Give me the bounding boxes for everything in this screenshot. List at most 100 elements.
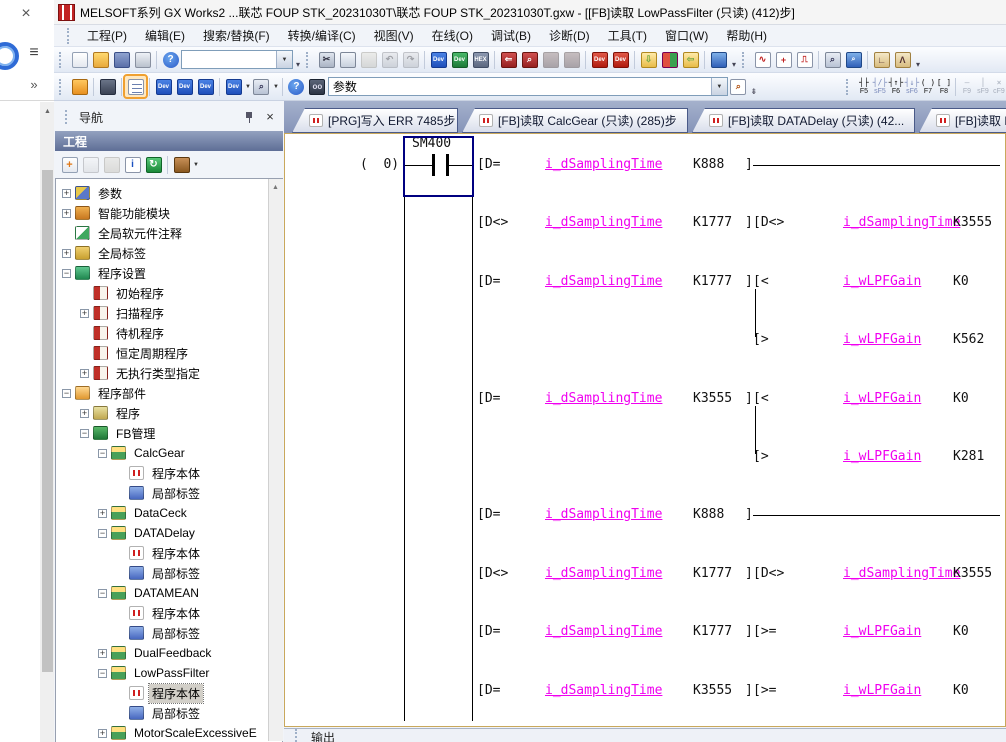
document-tab-2[interactable]: [FB]读取 CalcGear (只读) (285)步 [462, 108, 688, 133]
operand-constant[interactable]: K3555 [953, 566, 992, 582]
tree-item-程序部件[interactable]: −程序部件 [56, 383, 282, 403]
ladder-symbol-button-sF5[interactable]: ┤/├sF5 [872, 75, 888, 99]
tree-scroll-up-icon[interactable]: ▲ [271, 184, 280, 192]
hamburger-menu-icon[interactable]: ≡ [25, 44, 43, 62]
external-scrollbar-thumb[interactable] [42, 170, 53, 672]
drag-grip[interactable] [846, 79, 853, 95]
scale-verify-button[interactable]: Λ [892, 49, 913, 70]
ladder-symbol-button-cF9[interactable]: ×cF9 [991, 75, 1006, 99]
tree-item-DataCeck[interactable]: +DataCeck [56, 503, 282, 523]
menu-item-5[interactable]: 视图(V) [366, 25, 422, 46]
plc-verify-button[interactable] [540, 49, 561, 70]
menu-item-1[interactable]: 工程(P) [79, 25, 135, 46]
ladder-symbol-button-F5[interactable]: ┤├F5 [856, 75, 872, 99]
instruction-opcode[interactable]: [D= [477, 683, 500, 699]
expand-plus-icon[interactable]: + [62, 249, 71, 258]
menu-item-9[interactable]: 工具(T) [600, 25, 655, 46]
instruction-opcode[interactable]: [D= [477, 624, 500, 640]
tree-item-程序本体[interactable]: 程序本体 [56, 543, 282, 563]
tree-item-CalcGear[interactable]: −CalcGear [56, 443, 282, 463]
expand-plus-icon[interactable]: + [98, 509, 107, 518]
module-configuration-button[interactable] [97, 76, 118, 97]
instruction-opcode[interactable]: [D= [477, 274, 500, 290]
tree-item-程序本体[interactable]: 程序本体 [56, 603, 282, 623]
operand-label[interactable]: i_dSamplingTime [545, 391, 662, 407]
nav-copy-button[interactable] [80, 154, 101, 175]
operand-label[interactable]: i_dSamplingTime [843, 215, 960, 231]
instruction-opcode[interactable]: [>= [753, 683, 776, 699]
scroll-up-icon[interactable]: ▲ [43, 108, 52, 116]
operand-label[interactable]: i_dSamplingTime [545, 683, 662, 699]
tree-item-扫描程序[interactable]: +扫描程序 [56, 303, 282, 323]
expand-plus-icon[interactable]: + [80, 309, 89, 318]
ladder-symbol-button-F7[interactable]: ( )F7 [920, 75, 936, 99]
menu-item-10[interactable]: 窗口(W) [657, 25, 716, 46]
tree-item-MotorScaleExcessiveE[interactable]: +MotorScaleExcessiveE [56, 723, 282, 742]
operand-constant[interactable]: K0 [953, 274, 969, 290]
tree-item-无执行类型指定[interactable]: +无执行类型指定 [56, 363, 282, 383]
tree-item-局部标签[interactable]: 局部标签 [56, 623, 282, 643]
watch-monitor-button[interactable]: ⌕ [843, 49, 864, 70]
collapse-minus-icon[interactable]: − [98, 669, 107, 678]
drag-grip[interactable] [67, 28, 74, 44]
tree-item-待机程序[interactable]: 待机程序 [56, 323, 282, 343]
collapse-minus-icon[interactable]: − [80, 429, 89, 438]
cut-button[interactable]: ✂ [316, 49, 337, 70]
help-button[interactable]: ? [160, 49, 181, 70]
operand-constant[interactable]: K0 [953, 683, 969, 699]
operand-label[interactable]: i_wLPFGain [843, 683, 921, 699]
device-search-button[interactable]: ⌕ [251, 76, 272, 97]
operand-constant[interactable]: K1777 [693, 566, 732, 582]
operand-constant[interactable]: K888 [693, 157, 724, 173]
operand-constant[interactable]: K1777 [693, 624, 732, 640]
drag-grip[interactable] [295, 729, 302, 742]
external-close-icon[interactable]: × [17, 5, 35, 23]
instruction-opcode[interactable]: [< [753, 274, 769, 290]
project-tree-toggle-button[interactable] [69, 76, 90, 97]
toolbar-overflow-icon[interactable]: ▾ [729, 51, 739, 69]
monitor-search-button[interactable]: Dev [449, 49, 470, 70]
instruction-opcode[interactable]: [< [753, 391, 769, 407]
redo-button[interactable]: ↷ [400, 49, 421, 70]
instruction-opcode[interactable]: [>= [753, 624, 776, 640]
operand-constant[interactable]: K0 [953, 391, 969, 407]
tree-item-初始程序[interactable]: 初始程序 [56, 283, 282, 303]
tree-item-DualFeedback[interactable]: +DualFeedback [56, 643, 282, 663]
navigation-close-icon[interactable]: × [262, 110, 278, 124]
instruction-opcode[interactable]: [D<> [753, 215, 784, 231]
device-test-button[interactable]: Dev [589, 49, 610, 70]
operand-constant[interactable]: K1777 [693, 215, 732, 231]
operand-constant[interactable]: K3555 [693, 391, 732, 407]
tree-item-FB管理[interactable]: −FB管理 [56, 423, 282, 443]
tree-item-DATAMEAN[interactable]: −DATAMEAN [56, 583, 282, 603]
expand-plus-icon[interactable]: + [80, 409, 89, 418]
chevron-down-icon[interactable]: ▼ [193, 162, 199, 168]
expand-plus-icon[interactable]: + [62, 189, 71, 198]
collapse-minus-icon[interactable]: − [62, 389, 71, 398]
document-tab-1[interactable]: [PRG]写入 ERR 7485步 [292, 108, 458, 133]
instruction-opcode[interactable]: [D<> [477, 566, 508, 582]
menu-item-4[interactable]: 转换/编译(C) [280, 25, 364, 46]
drag-grip[interactable] [65, 110, 72, 124]
operand-constant[interactable]: K1777 [693, 274, 732, 290]
instruction-opcode[interactable]: [D<> [753, 566, 784, 582]
drag-grip[interactable] [59, 79, 66, 95]
instruction-opcode[interactable]: [D= [477, 391, 500, 407]
plc-remote-button[interactable] [561, 49, 582, 70]
tree-item-局部标签[interactable]: 局部标签 [56, 483, 282, 503]
copy-button[interactable] [337, 49, 358, 70]
tree-item-全局软元件注释[interactable]: 全局软元件注释 [56, 223, 282, 243]
ladder-symbol-button-F6[interactable]: ┤↑├F6 [888, 75, 904, 99]
operand-label[interactable]: i_dSamplingTime [545, 157, 662, 173]
step-break-button[interactable]: ⇦ [680, 49, 701, 70]
expand-plus-icon[interactable]: + [80, 369, 89, 378]
device-batch-button[interactable]: Dev [195, 76, 216, 97]
operand-label[interactable]: i_dSamplingTime [545, 566, 662, 582]
drag-grip[interactable] [306, 52, 313, 68]
step-exec-button[interactable] [659, 49, 680, 70]
plc-read-button[interactable]: ⌕ [519, 49, 540, 70]
chevron-down-icon[interactable]: ▼ [711, 78, 727, 95]
menu-item-2[interactable]: 编辑(E) [137, 25, 193, 46]
instruction-opcode[interactable]: [> [753, 332, 769, 348]
tree-item-参数[interactable]: +参数 [56, 183, 282, 203]
